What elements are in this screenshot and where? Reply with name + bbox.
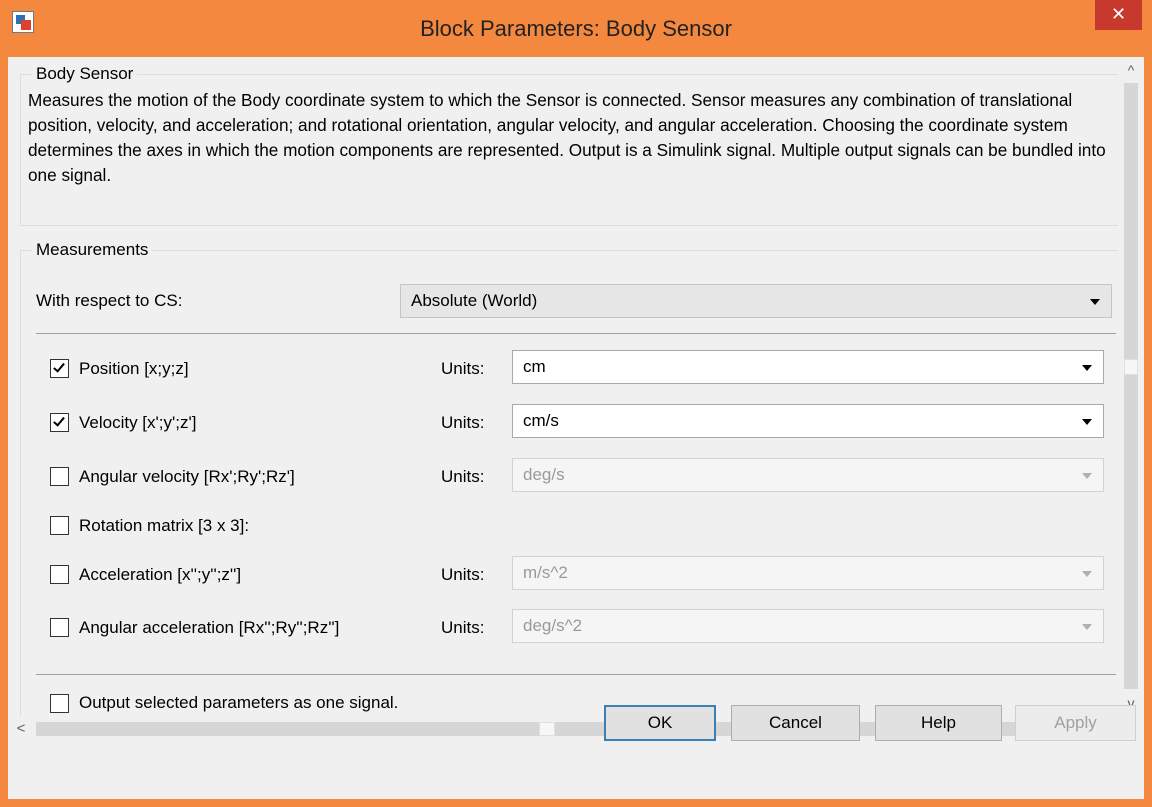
cs-dropdown-value: Absolute (World) <box>411 291 538 310</box>
position-units-label: Units: <box>441 359 485 378</box>
angular-acceleration-units-dropdown: deg/s^2 <box>512 609 1104 643</box>
help-button[interactable]: Help <box>875 705 1002 741</box>
angular-velocity-units-dropdown: deg/s <box>512 458 1104 492</box>
chevron-down-icon <box>1082 365 1092 371</box>
ok-button[interactable]: OK <box>604 705 716 741</box>
output-one-signal-label: Output selected parameters as one signal… <box>79 693 399 712</box>
position-checkbox[interactable] <box>50 359 69 378</box>
parameters-scroll-area: Body Sensor Measures the motion of the B… <box>8 57 1118 716</box>
cs-label: With respect to CS: <box>36 291 183 310</box>
angular-velocity-label: Angular velocity [Rx';Ry';Rz'] <box>79 467 295 486</box>
separator <box>36 674 1116 675</box>
title-bar: Block Parameters: Body Sensor ✕ <box>0 0 1152 57</box>
angular-velocity-units-label: Units: <box>441 467 485 486</box>
vertical-scroll-track[interactable] <box>1124 83 1138 689</box>
window-frame: Body Sensor Measures the motion of the B… <box>0 57 1152 807</box>
velocity-units-value: cm/s <box>523 411 559 430</box>
chevron-down-icon <box>1082 571 1092 577</box>
acceleration-units-value: m/s^2 <box>523 563 568 582</box>
body-sensor-group-title: Body Sensor <box>32 64 138 84</box>
chevron-down-icon <box>1082 419 1092 425</box>
scroll-left-arrow-icon[interactable]: < <box>8 716 34 742</box>
scroll-up-arrow-icon[interactable]: ^ <box>1118 57 1144 83</box>
velocity-units-label: Units: <box>441 413 485 432</box>
position-units-value: cm <box>523 357 546 376</box>
vertical-scroll-thumb[interactable] <box>1124 359 1138 375</box>
angular-acceleration-label: Angular acceleration [Rx'';Ry'';Rz''] <box>79 618 340 637</box>
angular-acceleration-units-label: Units: <box>441 618 485 637</box>
position-label: Position [x;y;z] <box>79 359 189 378</box>
checkmark-icon <box>53 360 65 373</box>
block-description: Measures the motion of the Body coordina… <box>28 90 1106 185</box>
velocity-label: Velocity [x';y';z'] <box>79 413 197 432</box>
angular-acceleration-checkbox[interactable] <box>50 618 69 637</box>
horizontal-scroll-thumb[interactable] <box>539 722 555 736</box>
close-button[interactable]: ✕ <box>1095 0 1142 30</box>
dialog-client-area: Body Sensor Measures the motion of the B… <box>8 57 1144 799</box>
position-units-dropdown[interactable]: cm <box>512 350 1104 384</box>
chevron-down-icon <box>1090 299 1100 305</box>
apply-button: Apply <box>1015 705 1136 741</box>
rotation-matrix-label: Rotation matrix [3 x 3]: <box>79 516 250 535</box>
cancel-button[interactable]: Cancel <box>731 705 860 741</box>
acceleration-checkbox[interactable] <box>50 565 69 584</box>
cs-dropdown[interactable]: Absolute (World) <box>400 284 1112 318</box>
angular-acceleration-units-value: deg/s^2 <box>523 616 583 635</box>
angular-velocity-checkbox[interactable] <box>50 467 69 486</box>
output-one-signal-checkbox[interactable] <box>50 694 69 713</box>
velocity-checkbox[interactable] <box>50 413 69 432</box>
window-title: Block Parameters: Body Sensor <box>420 16 732 41</box>
measurements-group-title: Measurements <box>32 240 153 260</box>
vertical-scrollbar[interactable]: ^ v <box>1118 57 1144 716</box>
angular-velocity-units-value: deg/s <box>523 465 565 484</box>
acceleration-label: Acceleration [x'';y'';z''] <box>79 565 242 584</box>
separator <box>36 333 1116 334</box>
acceleration-units-dropdown: m/s^2 <box>512 556 1104 590</box>
chevron-down-icon <box>1082 624 1092 630</box>
velocity-units-dropdown[interactable]: cm/s <box>512 404 1104 438</box>
chevron-down-icon <box>1082 473 1092 479</box>
rotation-matrix-checkbox[interactable] <box>50 516 69 535</box>
acceleration-units-label: Units: <box>441 565 485 584</box>
checkmark-icon <box>53 414 65 427</box>
